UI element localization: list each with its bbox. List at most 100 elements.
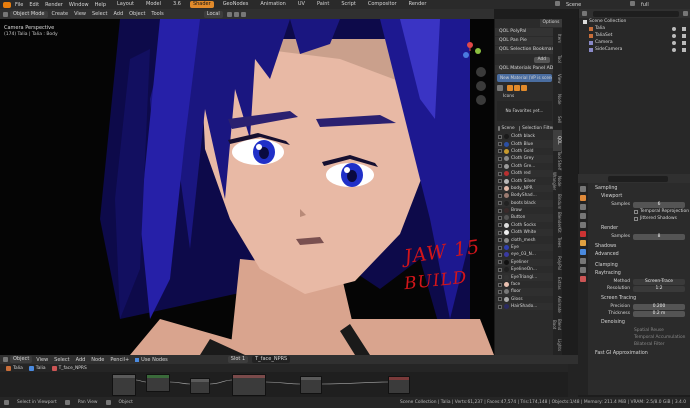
properties-search-input[interactable] [608, 175, 668, 182]
bookmark-add-button[interactable]: Add [533, 57, 550, 63]
material-item[interactable]: Eyeliner [495, 258, 554, 267]
icons-subpanel[interactable]: Icons [495, 93, 554, 101]
menu-select[interactable]: Select [92, 11, 107, 17]
material-item[interactable]: Cloth Socks [495, 222, 554, 229]
tab-layout[interactable]: Layout [114, 1, 137, 8]
material-item[interactable]: Cloth Gold [495, 148, 554, 155]
view-layer-selector[interactable]: full [630, 1, 655, 8]
menu-file[interactable]: File [15, 2, 23, 8]
jittered-shadows-checkbox[interactable] [634, 216, 638, 221]
node-editor-type-icon[interactable] [3, 357, 8, 362]
menu-object[interactable]: Object [129, 11, 145, 17]
material-name-field[interactable]: T_face_NPRS [252, 356, 291, 363]
blender-logo-icon[interactable] [3, 1, 11, 8]
sidebar-tab[interactable]: Node [553, 89, 562, 109]
scene-tab-icon[interactable] [580, 222, 586, 228]
render-camera-icon[interactable] [682, 40, 686, 45]
panel-polypal[interactable]: QOL PolyPal [495, 28, 554, 36]
section-render[interactable]: Render [591, 225, 689, 233]
resolution-select[interactable]: 1:2 [633, 285, 685, 292]
render-camera-icon[interactable] [682, 26, 686, 31]
sidebar-tab[interactable]: Item [553, 28, 562, 48]
slot-select[interactable]: Slot 1 [227, 356, 249, 363]
selection-filter-icon[interactable] [518, 126, 521, 131]
sphere-icon[interactable] [514, 85, 520, 91]
menu-view[interactable]: View [74, 11, 86, 17]
3d-viewport[interactable]: Camera Perspective (174) Talia | Talia :… [0, 19, 494, 355]
modifier-tab-icon[interactable] [580, 249, 586, 255]
menu-window[interactable]: Window [69, 2, 89, 8]
sidebar-tab[interactable]: PolyPal [553, 253, 562, 273]
temporal-reprojection-checkbox[interactable] [634, 209, 638, 214]
material-item[interactable]: face [495, 281, 554, 288]
tab-uv[interactable]: UV [295, 1, 308, 8]
mode-selector[interactable]: Object Mode [10, 10, 48, 18]
tab-render[interactable]: Render [406, 1, 430, 8]
material-item[interactable]: floor [495, 288, 554, 296]
material-visibility-checkbox[interactable] [498, 193, 502, 198]
object-tab-icon[interactable] [580, 240, 586, 246]
camera-view-icon[interactable] [476, 95, 486, 105]
render-camera-icon[interactable] [682, 33, 686, 38]
temporal-accumulation-row[interactable]: Temporal Accumulation [591, 334, 689, 341]
material-item[interactable]: Cloth black [495, 133, 554, 140]
material-item[interactable]: BodyShad... [495, 192, 554, 199]
spatial-reuse-row[interactable]: Spatial Reuse [591, 327, 689, 334]
section-denoising[interactable]: Denoising [591, 319, 689, 327]
visibility-eye-icon[interactable] [672, 26, 676, 31]
menu-render[interactable]: Render [45, 2, 63, 8]
visibility-eye-icon[interactable] [672, 33, 676, 38]
pivot-icon[interactable] [226, 11, 232, 17]
panel-materials-adv[interactable]: QOL Materials Panel ADV [495, 65, 554, 73]
tab-paint[interactable]: Paint [314, 1, 332, 8]
view-layer-tab-icon[interactable] [580, 213, 586, 219]
sidebar-tab[interactable]: Animate [553, 294, 562, 314]
material-visibility-checkbox[interactable] [498, 208, 502, 213]
material-visibility-checkbox[interactable] [498, 149, 502, 154]
sidebar-tab[interactable]: Lights [553, 335, 562, 355]
tab-script[interactable]: Script [338, 1, 359, 8]
node-menu-select[interactable]: Select [54, 357, 69, 363]
material-item[interactable]: eye_03_N... [495, 251, 554, 258]
outliner-row[interactable]: Camera [579, 39, 690, 46]
material-item[interactable]: Cloth Blue [495, 140, 554, 148]
material-tab-icon[interactable] [580, 276, 586, 282]
world-tab-icon[interactable] [580, 231, 586, 237]
tab-shader[interactable]: Shader [189, 1, 214, 8]
menu-help[interactable]: Help [95, 2, 106, 8]
material-visibility-checkbox[interactable] [498, 223, 502, 228]
material-item[interactable]: Cloth Silver [495, 177, 554, 184]
tab-model[interactable]: Model [143, 1, 164, 8]
transform-orientation[interactable]: Local [203, 10, 223, 18]
material-item[interactable]: boots black [495, 199, 554, 207]
outliner-scene-collection[interactable]: Scene Collection [579, 18, 690, 25]
method-select[interactable]: Screen-Trace [633, 278, 685, 285]
render-camera-icon[interactable] [682, 47, 686, 52]
material-item[interactable]: EyeIineOn... [495, 266, 554, 273]
use-nodes-checkbox[interactable] [135, 357, 140, 362]
scene-filter-icon[interactable] [498, 126, 500, 131]
temporal-reprojection-row[interactable]: Temporal Reprojection [591, 208, 689, 215]
sidebar-tab[interactable]: Sell [553, 110, 562, 130]
filter-icon[interactable] [683, 11, 688, 16]
sidebar-tab[interactable]: Blend Boot [552, 314, 562, 334]
shader-type-select[interactable]: Object [10, 356, 33, 363]
panel-selection-bookmarks[interactable]: QOL Selection Bookmarks [495, 46, 554, 54]
material-visibility-checkbox[interactable] [498, 267, 502, 272]
outliner-row[interactable]: Talia [579, 25, 690, 32]
material-visibility-checkbox[interactable] [498, 275, 502, 280]
sidebar-tab[interactable]: BlenderKit [553, 212, 562, 233]
bilateral-filter-row[interactable]: Bilateral Filter [591, 341, 689, 348]
section-raytracing[interactable]: Raytracing [591, 270, 689, 278]
section-advanced[interactable]: Advanced [591, 251, 689, 259]
texture-icon[interactable] [521, 85, 527, 91]
sidebar-tab[interactable]: Node Wrangler [552, 171, 562, 191]
material-visibility-checkbox[interactable] [498, 201, 502, 206]
material-visibility-checkbox[interactable] [498, 297, 502, 302]
editor-type-icon[interactable] [3, 11, 8, 17]
material-visibility-checkbox[interactable] [498, 260, 502, 265]
material-item[interactable]: Cloth red [495, 169, 554, 178]
zoom-icon[interactable] [476, 67, 486, 77]
material-visibility-checkbox[interactable] [498, 289, 502, 294]
node-menu-node[interactable]: Node [91, 357, 104, 363]
